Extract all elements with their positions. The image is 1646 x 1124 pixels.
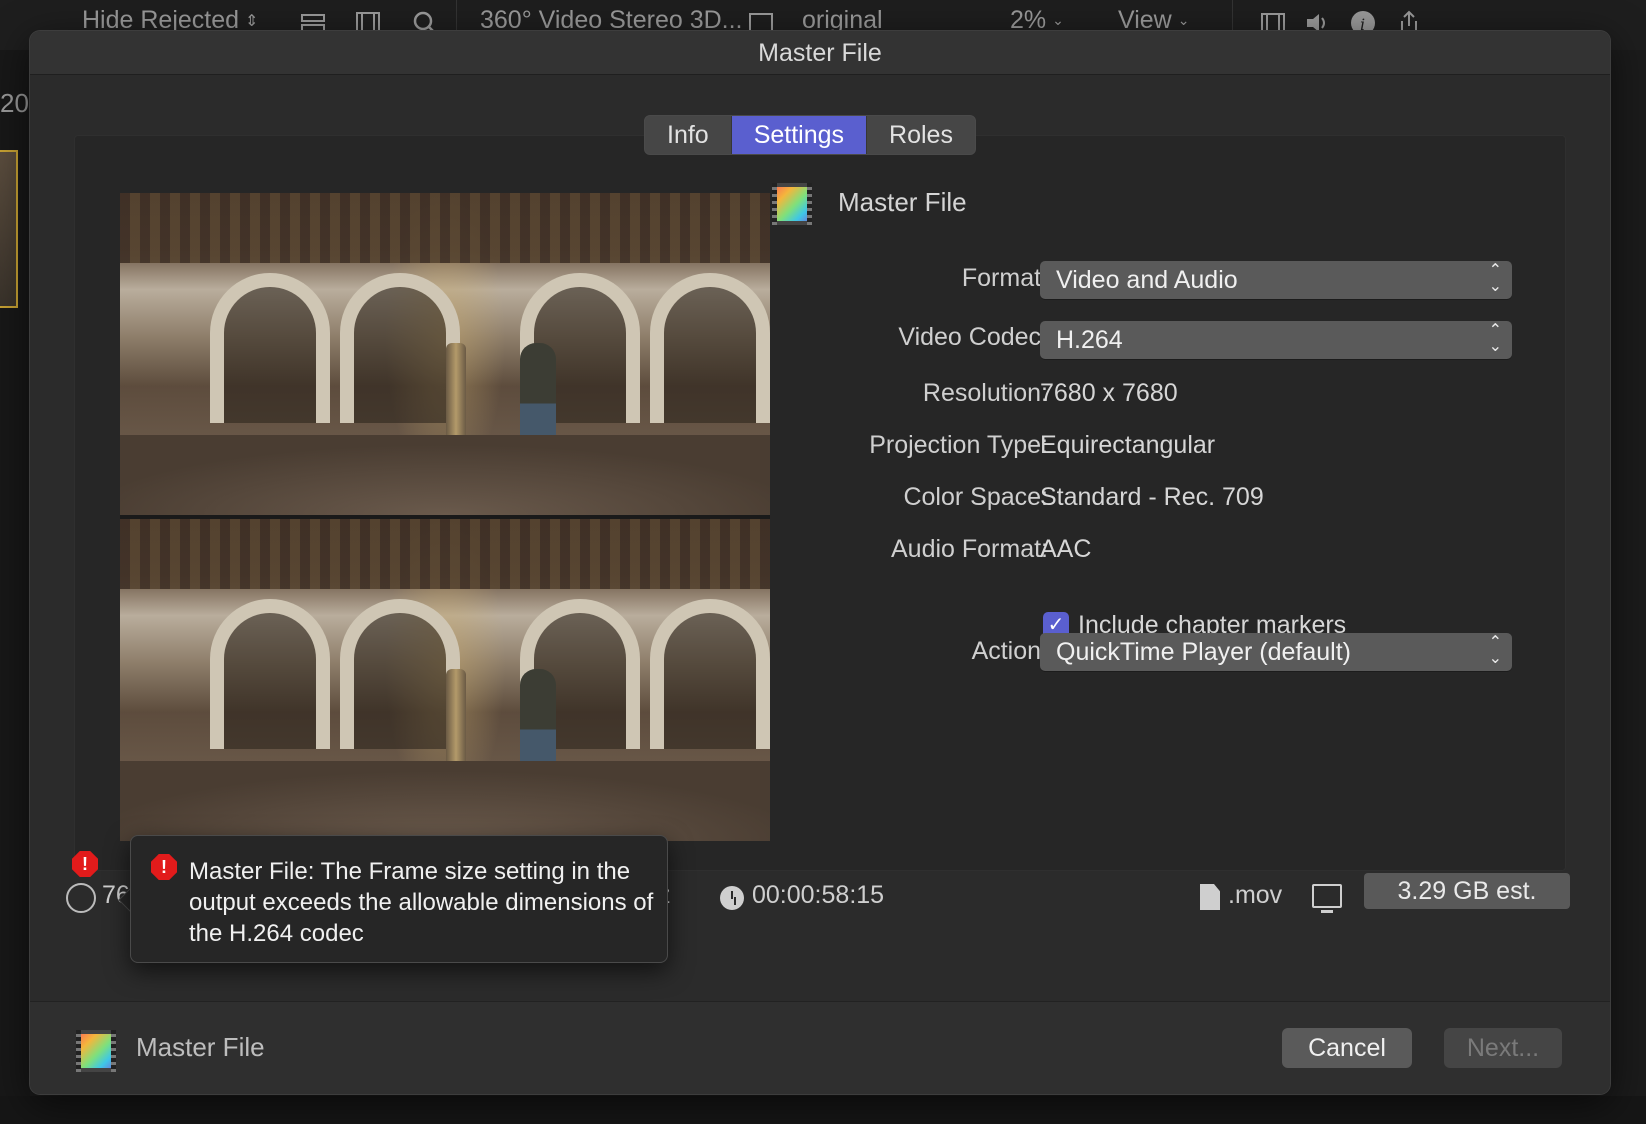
resolution-icon [66,883,96,913]
preview-frame-bottom [120,519,770,841]
action-popup[interactable]: QuickTime Player (default) ⌃ ⌄ [1040,633,1512,671]
size-estimate-badge: 3.29 GB est. [1364,873,1570,909]
error-message: Master File: The Frame size setting in t… [189,858,654,947]
display-icon [1312,884,1342,913]
share-dialog: Master File Info Settings Roles Master F… [30,31,1610,1094]
video-codec-value: H.264 [1056,326,1123,354]
duration-value: 00:00:58:15 [752,881,885,909]
video-codec-label: Video Codec: [898,323,1048,351]
chevron-updown-icon: ⇕ [245,12,259,30]
selected-clip-thumbnail[interactable] [0,150,18,308]
format-value: Video and Audio [1056,266,1238,294]
tab-bar: Info Settings Roles [644,115,976,155]
error-popover: ! Master File: The Frame size setting in… [130,835,668,963]
color-space-label: Color Space: [903,483,1048,511]
action-label: Action: [971,637,1048,665]
video-codec-popup[interactable]: H.264 ⌃ ⌄ [1040,321,1512,359]
file-extension: .mov [1228,881,1283,909]
master-file-icon [772,183,812,225]
destination-name: Master File [136,1032,265,1062]
file-icon [1200,884,1220,910]
resolution-label: Resolution: [922,379,1048,407]
master-file-icon [76,1030,116,1072]
error-icon[interactable]: ! [72,851,98,877]
tab-roles[interactable]: Roles [867,116,975,154]
format-label: Format: [961,264,1048,292]
settings-header: Master File [838,187,967,217]
dialog-footer: Master File Cancel Next... [30,1001,1610,1094]
color-space-value: Standard - Rec. 709 [1040,483,1264,511]
format-popup[interactable]: Video and Audio ⌃ ⌄ [1040,261,1512,299]
audio-format-value: AAC [1040,535,1092,563]
chevron-down-icon: ⌄ [1177,12,1190,28]
cancel-button[interactable]: Cancel [1282,1028,1412,1068]
tab-info[interactable]: Info [645,116,732,154]
updown-arrows-icon: ⌃ ⌄ [1488,262,1502,295]
error-icon: ! [151,854,177,880]
next-button[interactable]: Next... [1444,1028,1562,1068]
tab-settings[interactable]: Settings [731,116,868,154]
dialog-title: Master File [30,31,1610,75]
audio-format-label: Audio Format: [890,535,1048,563]
chevron-down-icon: ⌄ [1052,12,1064,28]
app-timeline-strip [0,1096,1646,1124]
updown-arrows-icon: ⌃ ⌄ [1488,634,1502,667]
action-value: QuickTime Player (default) [1056,638,1351,666]
resolution-value: 7680 x 7680 [1040,379,1178,407]
projection-type-label: Projection Type: [869,431,1048,459]
clock-icon [720,886,744,910]
updown-arrows-icon: ⌃ ⌄ [1488,322,1502,355]
preview-frame-top [120,193,770,515]
projection-type-value: Equirectangular [1040,431,1216,459]
video-preview [120,193,770,841]
